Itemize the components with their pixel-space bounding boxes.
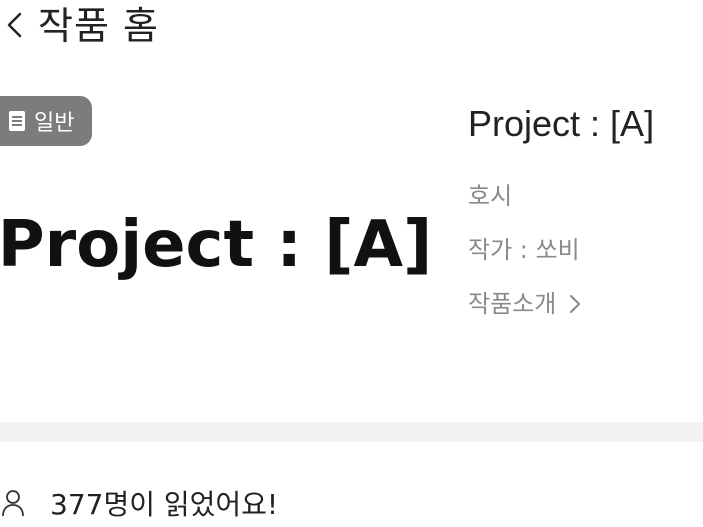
- cover-image: Project : [A]: [0, 150, 433, 340]
- work-info: Project : [A] 호시 작가 : 쏘비 작품소개: [468, 96, 698, 320]
- page-title: 작품 홈: [38, 4, 159, 48]
- document-icon: [9, 111, 25, 131]
- work-intro-label: 작품소개: [468, 290, 557, 318]
- top-bar: 작품 홈: [0, 0, 703, 56]
- genre-label: 호시: [468, 182, 513, 210]
- badge-label: 일반: [34, 111, 75, 136]
- section-divider: [0, 422, 703, 442]
- work-intro-link[interactable]: 작품소개: [468, 288, 698, 320]
- cover-title-text: Project : [A]: [0, 208, 433, 282]
- back-button[interactable]: [2, 8, 28, 42]
- author-label: 작가 : 쏘비: [468, 236, 580, 264]
- chevron-right-icon: [570, 295, 581, 313]
- work-home-screen: 작품 홈 일반 Project : [A] Project : [A] 호시 작…: [0, 0, 703, 527]
- reader-count-text: 377명이 읽었어요!: [50, 488, 279, 521]
- category-badge: 일반: [0, 96, 92, 146]
- reader-count: 377명이 읽었어요!: [0, 478, 278, 527]
- work-title: Project : [A]: [468, 103, 655, 144]
- chevron-left-icon: [7, 12, 22, 38]
- person-icon: [2, 490, 24, 517]
